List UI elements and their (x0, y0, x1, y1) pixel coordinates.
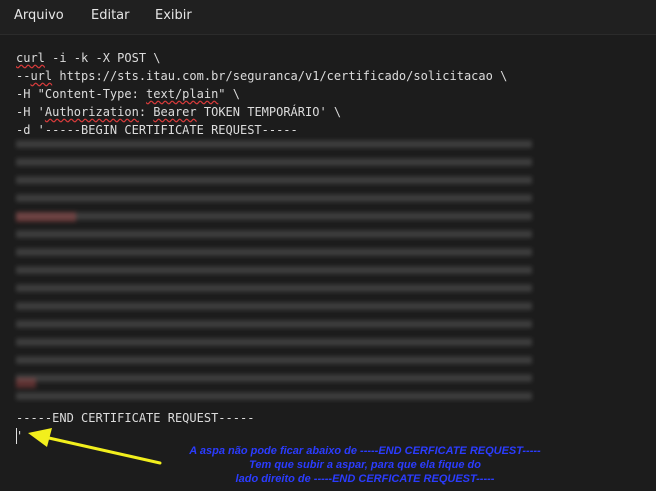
line-2-prefix: -- (16, 69, 31, 83)
annotation-line-3: lado direito de -----END CERFICATE REQUE… (235, 473, 495, 485)
annotation-line-2: Tem que subir a aspar, para que ela fiqu… (249, 459, 481, 471)
menu-exibir[interactable]: Exibir (155, 8, 192, 23)
annotation-note: A aspa não pode ficar abaixo de -----END… (160, 444, 570, 486)
line-4-mid: : (138, 105, 154, 119)
text-cursor (16, 428, 17, 444)
menu-editar[interactable]: Editar (91, 8, 130, 23)
line-3-prefix: -H "Content-Type: (16, 87, 147, 101)
line-4-rest: TOKEN TEMPORÁRIO' \ (196, 105, 342, 119)
menu-arquivo[interactable]: Arquivo (14, 8, 64, 23)
bearer-word: Bearer (153, 105, 197, 119)
editor-line-4: -H 'Authorization: Bearer TOKEN TEMPORÁR… (16, 103, 341, 121)
line-3-rest: " \ (218, 87, 240, 101)
editor-line-3: -H "Content-Type: text/plain" \ (16, 85, 240, 103)
editor-line-2: --url https://sts.itau.com.br/seguranca/… (16, 67, 507, 85)
url-word: url (30, 69, 53, 83)
line-2-rest: https://sts.itau.com.br/seguranca/v1/cer… (52, 69, 508, 83)
editor-line-1: curl -i -k -X POST \ (16, 49, 161, 67)
end-certificate-line: -----END CERTIFICATE REQUEST----- (16, 411, 255, 425)
annotation-line-1: A aspa não pode ficar abaixo de -----END… (189, 445, 541, 457)
authorization-word: Authorization (44, 105, 139, 119)
menu-bar: Arquivo Editar Exibir (0, 0, 656, 35)
curl-word: curl (16, 51, 45, 65)
line-1-rest: -i -k -X POST \ (44, 51, 161, 65)
editor-line-5: -d '-----BEGIN CERTIFICATE REQUEST----- (16, 123, 298, 137)
line-4-prefix: -H ' (16, 105, 45, 119)
redacted-certificate-block (16, 140, 532, 404)
trailing-quote-line: ' (16, 429, 24, 443)
text-plain-word: text/plain (146, 87, 219, 101)
